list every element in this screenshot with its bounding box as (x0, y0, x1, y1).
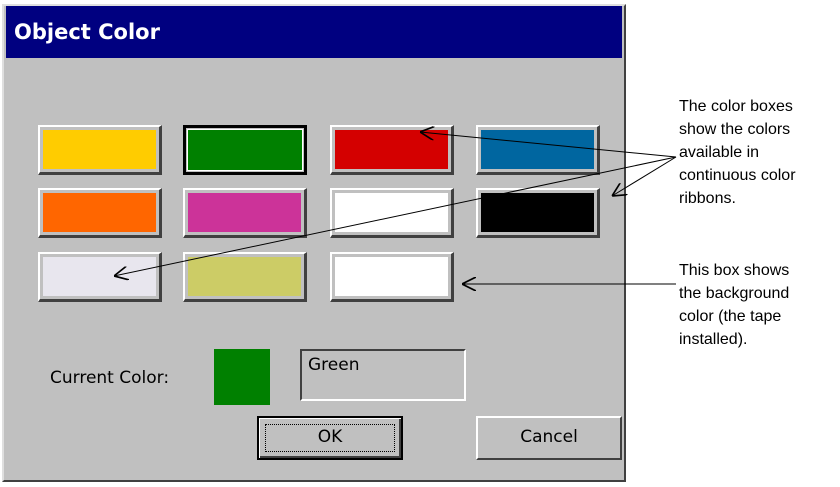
arrow-to-red-swatch (420, 132, 677, 158)
callout-arrows (0, 0, 677, 487)
arrow-to-light-gray-swatch (114, 156, 677, 276)
arrow-to-black-swatch (612, 156, 677, 196)
